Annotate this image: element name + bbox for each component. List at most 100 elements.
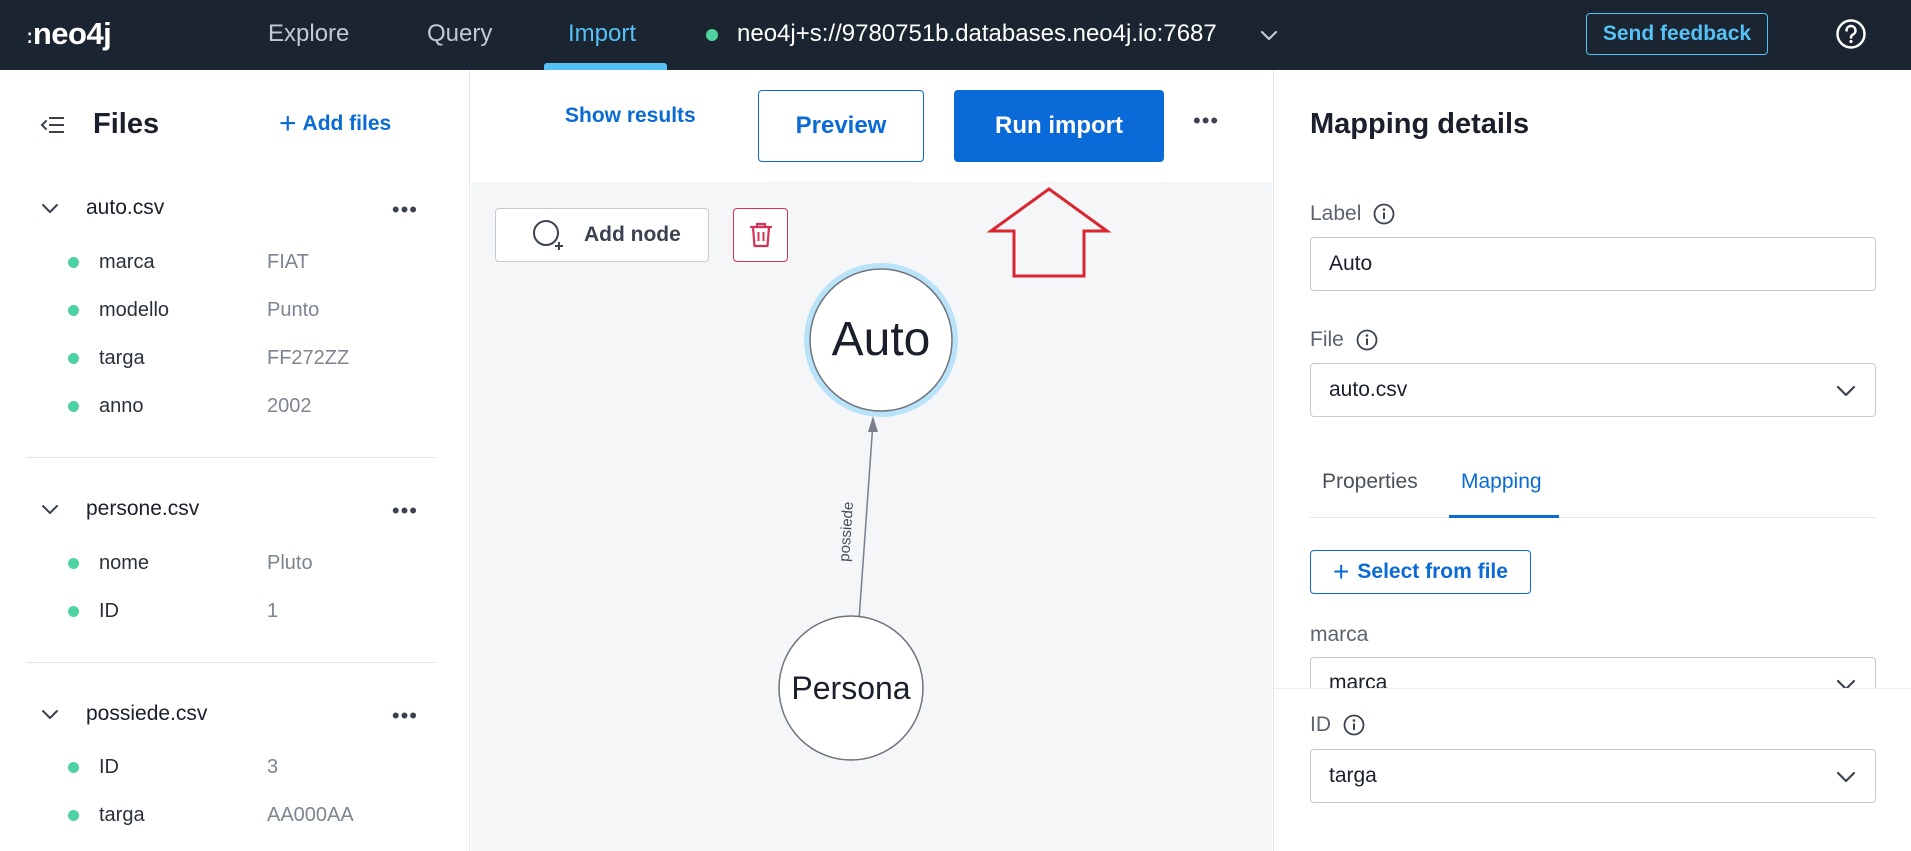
tabs-divider	[1310, 517, 1876, 518]
column-name: anno	[99, 394, 144, 417]
column-sample-value: 3	[267, 755, 279, 778]
info-icon[interactable]	[1356, 329, 1378, 351]
label-field-text: Label	[1310, 202, 1362, 225]
file-header-persone[interactable]: persone.csv •••	[38, 489, 438, 529]
add-node-label: Add node	[584, 223, 681, 246]
column-row: ID 3	[68, 752, 428, 782]
top-bar: ⁚ neo4j Explore Query Import neo4j+s://9…	[0, 0, 1911, 70]
id-section: ID targa	[1274, 688, 1911, 851]
more-options-icon[interactable]: •••	[392, 703, 418, 729]
column-row: modello Punto	[68, 295, 428, 325]
divider	[26, 662, 436, 663]
chevron-down-icon[interactable]	[38, 702, 62, 726]
plus-icon: +	[1333, 556, 1350, 587]
chevron-down-icon[interactable]	[38, 196, 62, 220]
id-field-label: ID	[1310, 713, 1365, 737]
column-status-icon	[68, 761, 79, 773]
file-select-value: auto.csv	[1329, 378, 1408, 401]
chevron-down-icon	[1836, 385, 1856, 397]
relationship-label: possiede	[836, 501, 857, 562]
file-name: possiede.csv	[86, 702, 208, 725]
collapse-panel-icon[interactable]	[40, 114, 66, 136]
file-header-possiede[interactable]: possiede.csv •••	[38, 694, 438, 734]
column-sample-value: AA000AA	[267, 803, 354, 826]
column-sample-value: FIAT	[267, 250, 309, 273]
label-field-label: Label	[1310, 202, 1395, 226]
column-row: ID 1	[68, 596, 428, 626]
add-node-icon	[533, 220, 563, 250]
info-icon[interactable]	[1343, 714, 1365, 736]
column-status-icon	[68, 557, 79, 569]
column-status-icon	[68, 304, 79, 316]
column-sample-value: 2002	[267, 394, 312, 417]
logo-text: neo4j	[32, 16, 112, 51]
run-import-button[interactable]: Run import	[954, 90, 1164, 162]
info-icon[interactable]	[1373, 203, 1395, 225]
column-status-icon	[68, 352, 79, 364]
chevron-down-icon[interactable]	[38, 497, 62, 521]
mapping-details-panel: Mapping details Label Auto File auto.csv…	[1273, 70, 1911, 851]
add-files-button[interactable]: + Add files	[279, 109, 392, 139]
chevron-down-icon[interactable]	[1258, 24, 1280, 46]
files-title: Files	[93, 108, 160, 140]
relationship-arrowhead-icon	[868, 416, 878, 432]
id-select-value: targa	[1329, 764, 1377, 787]
more-options-icon[interactable]: •••	[392, 197, 418, 223]
connection-uri[interactable]: neo4j+s://9780751b.databases.neo4j.io:76…	[737, 0, 1217, 70]
active-tab-indicator	[1449, 515, 1559, 518]
import-toolbar: Show results Preview Run import •••	[471, 70, 1272, 182]
column-name: ID	[99, 755, 119, 778]
graph-canvas[interactable]: possiede Auto Persona	[471, 182, 1272, 851]
annotation-arrow-icon	[986, 187, 1112, 278]
more-options-icon[interactable]: •••	[392, 498, 418, 524]
column-sample-value: 1	[267, 599, 279, 622]
file-name: persone.csv	[86, 497, 200, 520]
active-tab-indicator	[544, 63, 667, 70]
id-select[interactable]: targa	[1310, 749, 1876, 803]
column-row: anno 2002	[68, 391, 428, 421]
mapping-details-title: Mapping details	[1310, 108, 1530, 140]
neo4j-logo[interactable]: ⁚ neo4j	[27, 14, 112, 54]
node-auto-label: Auto	[832, 313, 931, 366]
column-name: modello	[99, 298, 170, 321]
files-panel: Files + Add files auto.csv ••• marca FIA…	[0, 70, 470, 851]
column-sample-value: FF272ZZ	[267, 346, 350, 369]
model-canvas-area: Show results Preview Run import ••• poss…	[471, 70, 1272, 851]
tab-properties[interactable]: Properties	[1322, 470, 1418, 494]
column-sample-value: Pluto	[267, 551, 313, 574]
trash-icon	[749, 222, 772, 248]
connection-status-icon	[706, 29, 718, 41]
column-name: ID	[99, 599, 119, 622]
tab-explore[interactable]: Explore	[268, 0, 349, 70]
column-row: targa FF272ZZ	[68, 343, 428, 373]
file-header-auto[interactable]: auto.csv •••	[38, 188, 438, 228]
column-status-icon	[68, 605, 79, 617]
help-icon[interactable]	[1835, 18, 1867, 50]
file-name: auto.csv	[86, 196, 165, 219]
column-name: targa	[99, 346, 145, 369]
tab-import[interactable]: Import	[568, 0, 636, 70]
column-status-icon	[68, 256, 79, 268]
chevron-down-icon	[1836, 771, 1856, 783]
select-from-file-button[interactable]: + Select from file	[1310, 550, 1531, 594]
add-files-label: Add files	[302, 112, 392, 135]
relationship-edge	[858, 421, 874, 621]
preview-button[interactable]: Preview	[758, 90, 924, 162]
column-status-icon	[68, 809, 79, 821]
file-select[interactable]: auto.csv	[1310, 363, 1876, 417]
send-feedback-button[interactable]: Send feedback	[1586, 13, 1768, 55]
column-status-icon	[68, 400, 79, 412]
graph-svg: possiede Auto Persona	[778, 187, 1112, 761]
delete-button[interactable]	[733, 208, 788, 262]
column-sample-value: Punto	[267, 298, 320, 321]
tab-query[interactable]: Query	[427, 0, 492, 70]
column-name: targa	[99, 803, 145, 826]
column-row: targa AA000AA	[68, 800, 428, 830]
label-input[interactable]: Auto	[1310, 237, 1876, 291]
add-node-button[interactable]: Add node	[495, 208, 709, 262]
show-results-button[interactable]: Show results	[565, 104, 696, 128]
more-options-icon[interactable]: •••	[1193, 108, 1219, 134]
property-label: marca	[1310, 623, 1369, 646]
column-name: nome	[99, 551, 150, 574]
tab-mapping[interactable]: Mapping	[1461, 470, 1542, 494]
